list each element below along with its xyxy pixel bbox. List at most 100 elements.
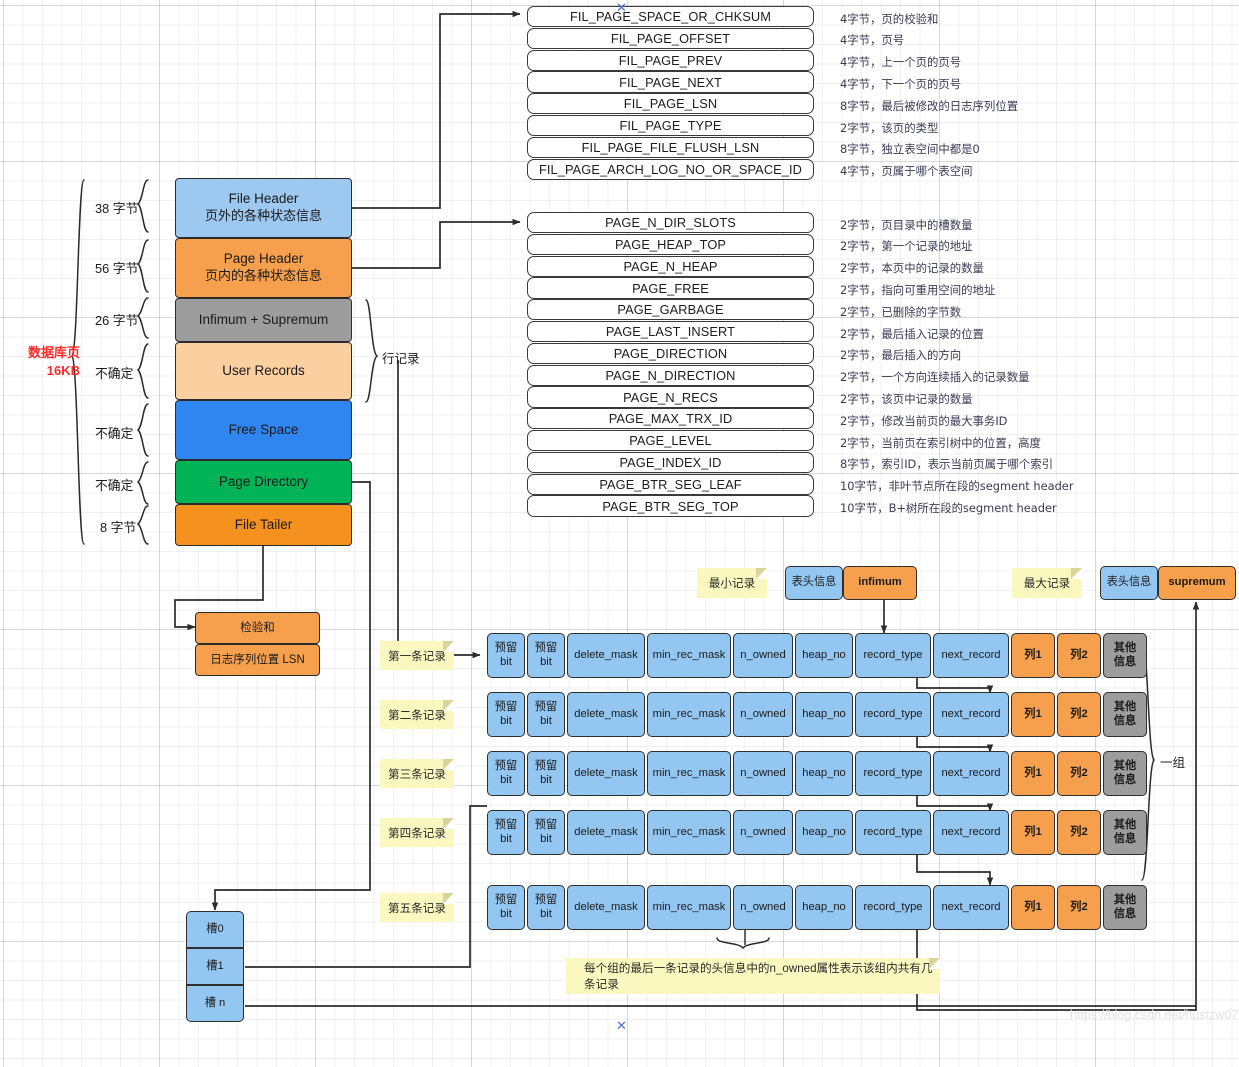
record-2-cell-7[interactable]: next_record — [933, 751, 1009, 796]
record-1-cell-1[interactable]: 预留 bit — [527, 692, 565, 737]
record-1-cell-6[interactable]: record_type — [855, 692, 931, 737]
page-block-free-space[interactable]: Free Space — [175, 400, 352, 460]
file-header-field-7[interactable]: FIL_PAGE_ARCH_LOG_NO_OR_SPACE_ID — [527, 158, 814, 180]
record-4-cell-3[interactable]: min_rec_mask — [647, 885, 731, 930]
record-4-cell-5[interactable]: heap_no — [795, 885, 853, 930]
record-2-cell-3[interactable]: min_rec_mask — [647, 751, 731, 796]
record-0-cell-4[interactable]: n_owned — [733, 633, 793, 678]
record-2-cell-5[interactable]: heap_no — [795, 751, 853, 796]
page-block-page-directory[interactable]: Page Directory — [175, 460, 352, 504]
record-3-cell-1[interactable]: 预留 bit — [527, 810, 565, 855]
record-1-cell-10[interactable]: 其他 信息 — [1103, 692, 1147, 737]
record-4-cell-4[interactable]: n_owned — [733, 885, 793, 930]
page-header-desc-7: 2字节，一个方向连续插入的记录数量 — [840, 370, 1030, 385]
record-3-cell-3[interactable]: min_rec_mask — [647, 810, 731, 855]
record-0-cell-10-line1: 其他 — [1113, 642, 1137, 655]
record-0-cell-6[interactable]: record_type — [855, 633, 931, 678]
record-1-cell-0[interactable]: 预留 bit — [487, 692, 525, 737]
record-3-cell-8[interactable]: 列1 — [1011, 810, 1055, 855]
record-1-cell-8[interactable]: 列1 — [1011, 692, 1055, 737]
infimum-cell[interactable]: infimum — [843, 566, 917, 600]
record-1-cell-9[interactable]: 列2 — [1057, 692, 1101, 737]
record-1-cell-3[interactable]: min_rec_mask — [647, 692, 731, 737]
file-header-field-3[interactable]: FIL_PAGE_NEXT — [527, 71, 814, 93]
record-0-cell-0[interactable]: 预留 bit — [487, 633, 525, 678]
file-header-field-3-label: FIL_PAGE_NEXT — [619, 74, 722, 90]
page-header-field-12[interactable]: PAGE_BTR_SEG_LEAF — [527, 473, 814, 495]
page-block-user-records[interactable]: User Records — [175, 342, 352, 400]
record-2-cell-4[interactable]: n_owned — [733, 751, 793, 796]
record-2-cell-9[interactable]: 列2 — [1057, 751, 1101, 796]
file-tailer-row-lsn[interactable]: 日志序列位置 LSN — [195, 644, 320, 676]
page-header-field-8-label: PAGE_N_RECS — [623, 389, 718, 405]
record-1-cell-7-line1: next_record — [941, 707, 1001, 720]
page-header-field-5[interactable]: PAGE_LAST_INSERT — [527, 321, 814, 343]
record-4-cell-10[interactable]: 其他 信息 — [1103, 885, 1147, 930]
file-header-field-6[interactable]: FIL_PAGE_FILE_FLUSH_LSN — [527, 136, 814, 159]
record-3-cell-2[interactable]: delete_mask — [567, 810, 645, 855]
record-0-cell-5[interactable]: heap_no — [795, 633, 853, 678]
page-header-field-10[interactable]: PAGE_LEVEL — [527, 430, 814, 452]
record-0-cell-10[interactable]: 其他 信息 — [1103, 633, 1147, 678]
file-header-field-0[interactable]: FIL_PAGE_SPACE_OR_CHKSUM — [527, 6, 814, 28]
record-0-cell-9[interactable]: 列2 — [1057, 633, 1101, 678]
record-3-cell-7[interactable]: next_record — [933, 810, 1009, 855]
page-block-infimum-supremum[interactable]: Infimum + Supremum — [175, 298, 352, 342]
page-header-field-1[interactable]: PAGE_HEAP_TOP — [527, 233, 814, 256]
record-0-cell-1[interactable]: 预留 bit — [527, 633, 565, 678]
supremum-header-cell[interactable]: 表头信息 — [1100, 566, 1158, 600]
record-4-cell-2[interactable]: delete_mask — [567, 885, 645, 930]
record-2-cell-8[interactable]: 列1 — [1011, 751, 1055, 796]
record-4-cell-1[interactable]: 预留 bit — [527, 885, 565, 930]
record-2-cell-6[interactable]: record_type — [855, 751, 931, 796]
file-header-field-4[interactable]: FIL_PAGE_LSN — [527, 93, 814, 115]
page-header-field-2[interactable]: PAGE_N_HEAP — [527, 255, 814, 277]
page-directory-slot-1[interactable]: 槽1 — [186, 948, 244, 985]
record-1-cell-5[interactable]: heap_no — [795, 692, 853, 737]
page-header-field-6[interactable]: PAGE_DIRECTION — [527, 342, 814, 365]
record-1-cell-8-line1: 列1 — [1024, 707, 1042, 720]
record-3-cell-6[interactable]: record_type — [855, 810, 931, 855]
page-header-field-9[interactable]: PAGE_MAX_TRX_ID — [527, 408, 814, 430]
page-directory-slot-0[interactable]: 槽0 — [186, 911, 244, 948]
page-header-field-13[interactable]: PAGE_BTR_SEG_TOP — [527, 495, 814, 517]
record-4-cell-7[interactable]: next_record — [933, 885, 1009, 930]
file-header-field-1[interactable]: FIL_PAGE_OFFSET — [527, 27, 814, 50]
page-header-field-0[interactable]: PAGE_N_DIR_SLOTS — [527, 212, 814, 234]
page-block-page-header[interactable]: Page Header 页内的各种状态信息 — [175, 238, 352, 298]
page-block-file-header[interactable]: File Header 页外的各种状态信息 — [175, 178, 352, 238]
record-4-cell-9[interactable]: 列2 — [1057, 885, 1101, 930]
record-2-cell-2[interactable]: delete_mask — [567, 751, 645, 796]
file-header-field-5[interactable]: FIL_PAGE_TYPE — [527, 115, 814, 137]
record-2-cell-0[interactable]: 预留 bit — [487, 751, 525, 796]
page-header-field-7[interactable]: PAGE_N_DIRECTION — [527, 364, 814, 386]
page-header-field-11[interactable]: PAGE_INDEX_ID — [527, 451, 814, 474]
record-2-cell-10[interactable]: 其他 信息 — [1103, 751, 1147, 796]
page-header-field-4[interactable]: PAGE_GARBAGE — [527, 299, 814, 321]
record-1-cell-1-line2: bit — [540, 714, 552, 727]
record-3-cell-10[interactable]: 其他 信息 — [1103, 810, 1147, 855]
record-4-cell-8[interactable]: 列1 — [1011, 885, 1055, 930]
record-0-cell-2[interactable]: delete_mask — [567, 633, 645, 678]
record-1-cell-7[interactable]: next_record — [933, 692, 1009, 737]
page-header-field-8[interactable]: PAGE_N_RECS — [527, 386, 814, 408]
record-2-cell-1[interactable]: 预留 bit — [527, 751, 565, 796]
record-1-cell-2[interactable]: delete_mask — [567, 692, 645, 737]
record-3-cell-0[interactable]: 预留 bit — [487, 810, 525, 855]
record-0-cell-7[interactable]: next_record — [933, 633, 1009, 678]
record-3-cell-5[interactable]: heap_no — [795, 810, 853, 855]
page-block-file-tailer[interactable]: File Tailer — [175, 504, 352, 546]
record-4-cell-0[interactable]: 预留 bit — [487, 885, 525, 930]
record-4-cell-6[interactable]: record_type — [855, 885, 931, 930]
record-0-cell-8[interactable]: 列1 — [1011, 633, 1055, 678]
page-directory-slot-n[interactable]: 槽 n — [186, 985, 244, 1022]
record-3-cell-9[interactable]: 列2 — [1057, 810, 1101, 855]
file-tailer-row-checksum[interactable]: 检验和 — [195, 612, 320, 644]
supremum-cell[interactable]: supremum — [1158, 566, 1236, 600]
record-0-cell-3[interactable]: min_rec_mask — [647, 633, 731, 678]
page-header-field-3[interactable]: PAGE_FREE — [527, 277, 814, 299]
file-header-field-2[interactable]: FIL_PAGE_PREV — [527, 49, 814, 71]
record-3-cell-4[interactable]: n_owned — [733, 810, 793, 855]
infimum-header-cell[interactable]: 表头信息 — [785, 566, 843, 600]
record-1-cell-4[interactable]: n_owned — [733, 692, 793, 737]
